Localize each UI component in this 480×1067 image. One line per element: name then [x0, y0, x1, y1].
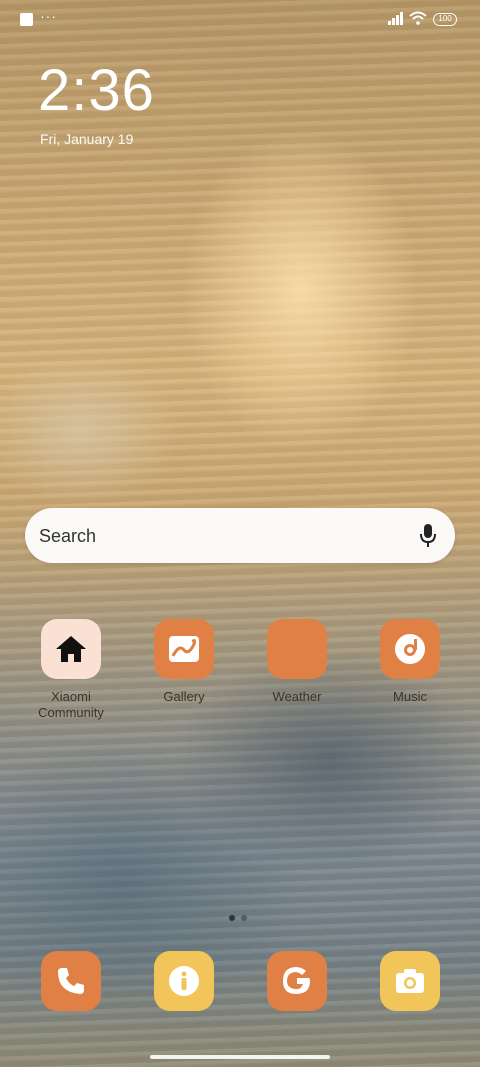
app-label: Xiaomi Community: [38, 689, 104, 720]
dock-camera[interactable]: [360, 951, 460, 1011]
app-music[interactable]: Music: [360, 619, 460, 705]
camera-icon[interactable]: [380, 951, 440, 1011]
home-icon[interactable]: [41, 619, 101, 679]
page-dot-active: [229, 915, 235, 921]
search-placeholder: Search: [39, 526, 97, 546]
app-label: Gallery: [163, 689, 205, 704]
clock-time: 2:36: [38, 58, 155, 123]
dock-info[interactable]: [134, 951, 234, 1011]
info-icon[interactable]: [154, 951, 214, 1011]
more-notifications-indicator: ···: [40, 8, 57, 24]
microphone-icon[interactable]: [419, 523, 437, 549]
app-label: Music: [393, 689, 427, 704]
dock-phone[interactable]: [21, 951, 121, 1011]
battery-indicator: 100: [433, 13, 457, 26]
cellular-signal-icon: [388, 12, 403, 25]
app-xiaomi-community[interactable]: Xiaomi Community: [21, 619, 121, 721]
music-icon[interactable]: [380, 619, 440, 679]
app-weather[interactable]: Weather: [247, 619, 347, 705]
weather-icon[interactable]: [267, 619, 327, 679]
page-dot: [241, 915, 247, 921]
status-bar: ··· 100: [0, 0, 480, 40]
clock-date: Fri, January 19: [40, 131, 134, 147]
wifi-icon: [409, 11, 427, 25]
search-bar[interactable]: Search: [25, 508, 455, 563]
gallery-icon[interactable]: [154, 619, 214, 679]
dock-google[interactable]: [247, 951, 347, 1011]
app-gallery[interactable]: Gallery: [134, 619, 234, 705]
app-label: Weather: [272, 689, 322, 704]
phone-icon[interactable]: [41, 951, 101, 1011]
home-indicator[interactable]: [150, 1055, 330, 1059]
notification-icon: [20, 13, 33, 26]
google-icon[interactable]: [267, 951, 327, 1011]
page-indicator: [229, 908, 253, 926]
